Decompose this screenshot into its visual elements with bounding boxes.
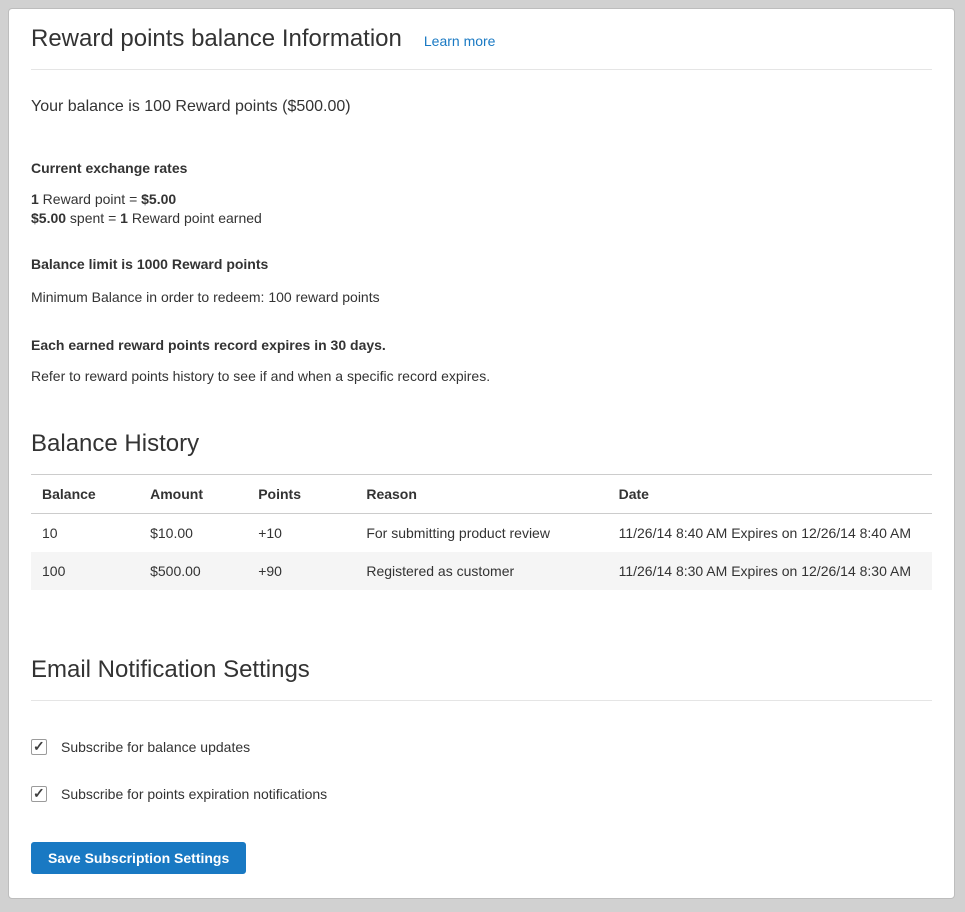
subscribe-expiration-checkbox[interactable] bbox=[31, 786, 47, 802]
table-row: 10 $10.00 +10 For submitting product rev… bbox=[31, 514, 932, 553]
exchange-earn-points: 1 bbox=[120, 210, 128, 226]
cell-date: 11/26/14 8:40 AM Expires on 12/26/14 8:4… bbox=[608, 514, 932, 553]
subscribe-balance-updates-checkbox[interactable] bbox=[31, 739, 47, 755]
balance-limit-text: Balance limit is 1000 Reward points bbox=[31, 256, 932, 272]
minimum-balance-text: Minimum Balance in order to redeem: 100 … bbox=[31, 289, 932, 305]
expiration-note-text: Refer to reward points history to see if… bbox=[31, 368, 932, 384]
cell-amount: $500.00 bbox=[139, 552, 247, 590]
exchange-earn-amount: $5.00 bbox=[31, 210, 66, 226]
cell-date: 11/26/14 8:30 AM Expires on 12/26/14 8:3… bbox=[608, 552, 932, 590]
exchange-rate-line-2: $5.00 spent = 1 Reward point earned bbox=[31, 209, 932, 228]
table-row: 100 $500.00 +90 Registered as customer 1… bbox=[31, 552, 932, 590]
exchange-rate-line-1: 1 Reward point = $5.00 bbox=[31, 190, 932, 209]
cell-reason: Registered as customer bbox=[355, 552, 607, 590]
reward-points-card: Reward points balance Information Learn … bbox=[8, 8, 955, 899]
column-header-date: Date bbox=[608, 475, 932, 514]
exchange-earn-suffix: Reward point earned bbox=[128, 210, 262, 226]
column-header-reason: Reason bbox=[355, 475, 607, 514]
cell-points: +90 bbox=[247, 552, 355, 590]
subscribe-balance-updates-label[interactable]: Subscribe for balance updates bbox=[61, 739, 250, 755]
exchange-rate-text: Reward point = bbox=[39, 191, 141, 207]
exchange-rates-heading: Current exchange rates bbox=[31, 160, 932, 176]
subscribe-expiration-label[interactable]: Subscribe for points expiration notifica… bbox=[61, 786, 327, 802]
page-header: Reward points balance Information Learn … bbox=[31, 25, 932, 70]
expiration-rule-text: Each earned reward points record expires… bbox=[31, 337, 932, 353]
subscribe-expiration-row: Subscribe for points expiration notifica… bbox=[31, 786, 932, 802]
cell-balance: 10 bbox=[31, 514, 139, 553]
cell-balance: 100 bbox=[31, 552, 139, 590]
column-header-balance: Balance bbox=[31, 475, 139, 514]
column-header-points: Points bbox=[247, 475, 355, 514]
exchange-rates-lines: 1 Reward point = $5.00 $5.00 spent = 1 R… bbox=[31, 190, 932, 228]
balance-history-heading: Balance History bbox=[31, 430, 932, 458]
email-notification-heading: Email Notification Settings bbox=[31, 656, 932, 701]
balance-summary: Your balance is 100 Reward points ($500.… bbox=[31, 98, 932, 116]
column-header-amount: Amount bbox=[139, 475, 247, 514]
subscribe-balance-updates-row: Subscribe for balance updates bbox=[31, 739, 932, 755]
exchange-rate-points: 1 bbox=[31, 191, 39, 207]
learn-more-link[interactable]: Learn more bbox=[424, 33, 496, 49]
cell-points: +10 bbox=[247, 514, 355, 553]
cell-amount: $10.00 bbox=[139, 514, 247, 553]
balance-history-table: Balance Amount Points Reason Date 10 $10… bbox=[31, 474, 932, 590]
exchange-rate-value: $5.00 bbox=[141, 191, 176, 207]
save-subscription-settings-button[interactable]: Save Subscription Settings bbox=[31, 842, 246, 874]
exchange-earn-text: spent = bbox=[66, 210, 120, 226]
page-title: Reward points balance Information bbox=[31, 25, 402, 53]
cell-reason: For submitting product review bbox=[355, 514, 607, 553]
table-header-row: Balance Amount Points Reason Date bbox=[31, 475, 932, 514]
